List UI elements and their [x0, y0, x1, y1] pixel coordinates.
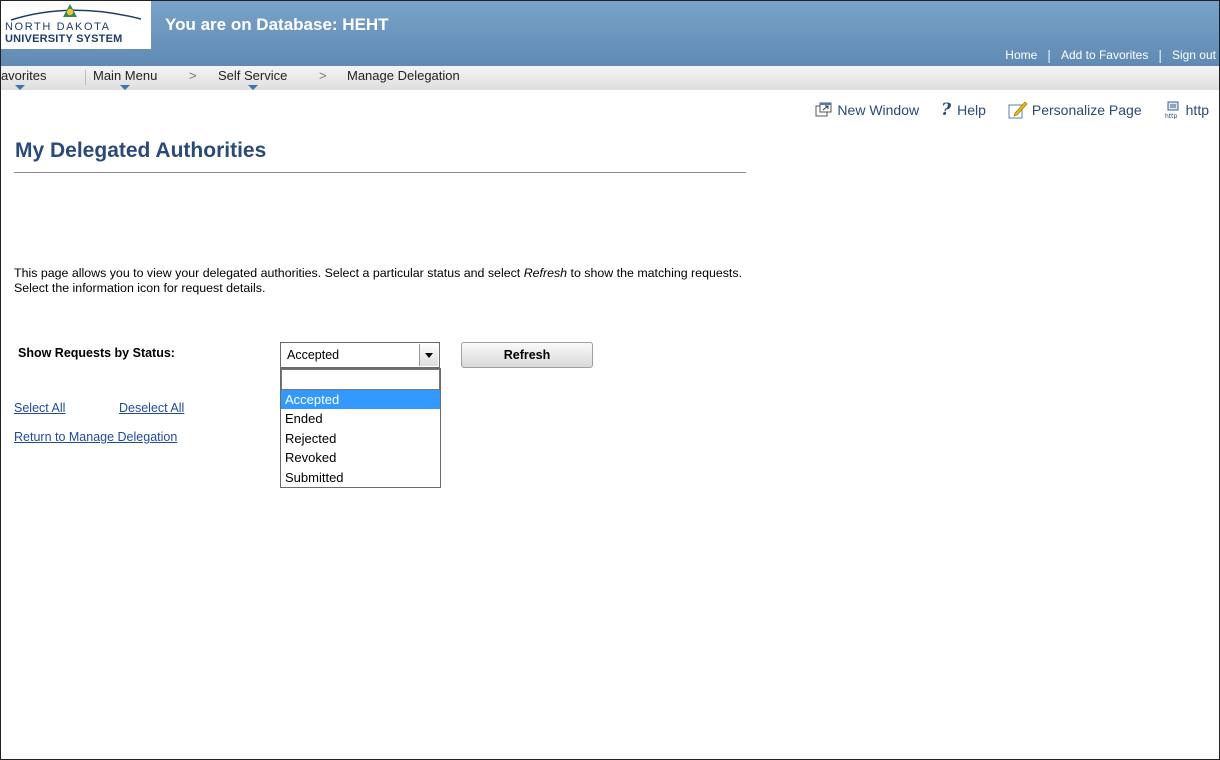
status-option-submitted[interactable]: Submitted: [281, 468, 440, 487]
breadcrumb-separator: >: [189, 68, 197, 83]
select-all-link[interactable]: Select All: [14, 401, 65, 415]
status-select[interactable]: Accepted: [280, 342, 440, 368]
page-title: My Delegated Authorities: [15, 139, 267, 162]
logo-line-1: NORTH DAKOTA: [5, 21, 111, 33]
page-description: This page allows you to view your delega…: [14, 266, 754, 296]
nav-favorites-label: Favorites: [0, 68, 47, 83]
return-to-manage-delegation-link[interactable]: Return to Manage Delegation: [14, 430, 177, 444]
personalize-icon: [1008, 101, 1028, 119]
personalize-page-button[interactable]: Personalize Page: [1008, 101, 1142, 119]
http-button[interactable]: http http: [1164, 101, 1209, 119]
http-link-icon: http: [1165, 101, 1179, 119]
add-to-favorites-link[interactable]: Add to Favorites: [1051, 48, 1158, 62]
new-window-label: New Window: [837, 102, 920, 118]
database-title: You are on Database: HEHT: [165, 15, 389, 34]
svg-text:http: http: [1165, 113, 1178, 119]
status-option-ended[interactable]: Ended: [281, 409, 440, 428]
header-links: Home | Add to Favorites | Sign out: [995, 45, 1219, 65]
chevron-down-icon: [14, 85, 25, 90]
page-toolbar: New Window ? Help Personalize Page http …: [793, 100, 1209, 120]
sign-out-link[interactable]: Sign out: [1162, 48, 1219, 62]
header-bar: NORTH DAKOTA UNIVERSITY SYSTEM You are o…: [1, 1, 1219, 66]
logo-swoosh-icon: [10, 4, 142, 21]
status-select-value: Accepted: [287, 348, 340, 362]
status-option-accepted[interactable]: Accepted: [281, 390, 440, 410]
new-window-button[interactable]: New Window: [815, 102, 919, 118]
status-option-blank[interactable]: [281, 369, 440, 390]
help-button[interactable]: ? Help: [941, 100, 986, 120]
nav-self-service[interactable]: Self Service: [218, 68, 288, 90]
status-label: Show Requests by Status:: [18, 346, 175, 360]
divider: [85, 70, 86, 85]
chevron-down-icon: [120, 85, 131, 90]
http-label: http: [1185, 102, 1209, 118]
nav-manage-delegation-label: Manage Delegation: [347, 68, 460, 83]
new-window-icon: [815, 102, 832, 117]
home-link[interactable]: Home: [995, 48, 1047, 62]
nav-main-menu-label: Main Menu: [93, 68, 158, 83]
help-icon: ?: [941, 100, 952, 120]
chevron-down-icon: [247, 85, 258, 90]
logo-line-2: UNIVERSITY SYSTEM: [5, 33, 123, 45]
status-option-revoked[interactable]: Revoked: [281, 448, 440, 467]
chevron-down-icon: [425, 353, 433, 358]
nav-manage-delegation[interactable]: Manage Delegation: [347, 68, 460, 83]
ndus-logo: NORTH DAKOTA UNIVERSITY SYSTEM: [1, 1, 151, 49]
nav-main-menu[interactable]: Main Menu: [93, 68, 158, 90]
help-label: Help: [957, 102, 986, 118]
nav-bar: Favorites Main Menu > Self Service > Man…: [1, 66, 1219, 90]
refresh-button[interactable]: Refresh: [461, 342, 593, 368]
deselect-all-link[interactable]: Deselect All: [119, 401, 184, 415]
title-divider: [14, 172, 746, 173]
nav-favorites[interactable]: Favorites: [0, 68, 47, 90]
breadcrumb-separator: >: [319, 68, 327, 83]
dropdown-button[interactable]: [419, 344, 438, 366]
nav-self-service-label: Self Service: [218, 68, 288, 83]
page-frame: NORTH DAKOTA UNIVERSITY SYSTEM You are o…: [0, 0, 1220, 760]
status-option-rejected[interactable]: Rejected: [281, 429, 440, 448]
personalize-label: Personalize Page: [1031, 102, 1142, 118]
description-part1: This page allows you to view your delega…: [14, 266, 524, 280]
description-refresh-em: Refresh: [523, 266, 568, 280]
status-dropdown-list: Accepted Ended Rejected Revoked Submitte…: [280, 368, 441, 488]
